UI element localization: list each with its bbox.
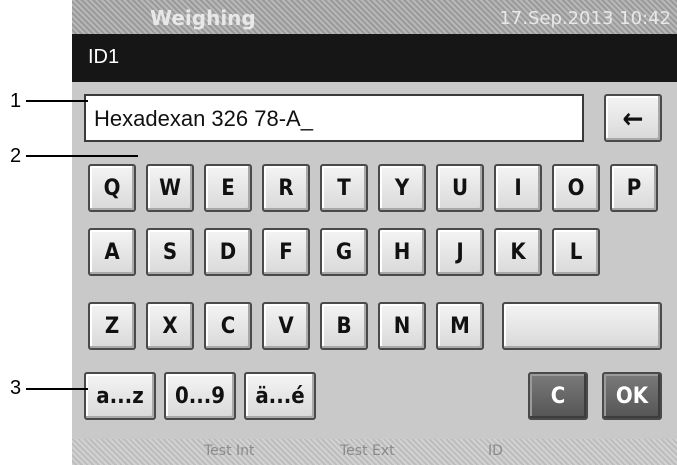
key-v[interactable]: V bbox=[262, 302, 310, 350]
callout-3-line bbox=[26, 388, 88, 390]
key-m[interactable]: M bbox=[436, 302, 484, 350]
footer-item-test-int[interactable]: Test Int bbox=[204, 443, 255, 459]
key-i[interactable]: I bbox=[494, 164, 542, 212]
key-h[interactable]: H bbox=[378, 228, 426, 276]
callout-3: 3 bbox=[10, 377, 22, 399]
key-c[interactable]: C bbox=[204, 302, 252, 350]
key-a[interactable]: A bbox=[88, 228, 136, 276]
key-t[interactable]: T bbox=[320, 164, 368, 212]
callout-1-line bbox=[26, 100, 88, 102]
status-title: Weighing bbox=[150, 6, 256, 30]
text-input-field[interactable]: Hexadexan 326 78-A_ bbox=[84, 94, 584, 142]
footer-item-test-ext[interactable]: Test Ext bbox=[340, 443, 395, 459]
special-chars-mode-button[interactable]: ä...é bbox=[244, 372, 316, 420]
key-e[interactable]: E bbox=[204, 164, 252, 212]
key-y[interactable]: Y bbox=[378, 164, 426, 212]
key-q[interactable]: Q bbox=[88, 164, 136, 212]
key-s[interactable]: S bbox=[146, 228, 194, 276]
dialog-header: ID1 bbox=[72, 34, 677, 82]
key-z[interactable]: Z bbox=[88, 302, 136, 350]
key-b[interactable]: B bbox=[320, 302, 368, 350]
key-j[interactable]: J bbox=[436, 228, 484, 276]
key-r[interactable]: R bbox=[262, 164, 310, 212]
key-w[interactable]: W bbox=[146, 164, 194, 212]
callout-1: 1 bbox=[10, 90, 22, 112]
field-id-label: ID1 bbox=[88, 46, 120, 68]
ok-button[interactable]: OK bbox=[602, 372, 662, 420]
footer-bar: Test Int Test Ext ID bbox=[72, 439, 677, 465]
footer-item-id[interactable]: ID bbox=[488, 443, 503, 459]
key-o[interactable]: O bbox=[552, 164, 600, 212]
text-input-value: Hexadexan 326 78-A_ bbox=[94, 106, 313, 131]
key-d[interactable]: D bbox=[204, 228, 252, 276]
key-u[interactable]: U bbox=[436, 164, 484, 212]
key-k[interactable]: K bbox=[494, 228, 542, 276]
lowercase-mode-button[interactable]: a...z bbox=[84, 372, 156, 420]
key-n[interactable]: N bbox=[378, 302, 426, 350]
callout-2-line bbox=[26, 155, 138, 157]
key-g[interactable]: G bbox=[320, 228, 368, 276]
key-p[interactable]: P bbox=[610, 164, 658, 212]
clear-button[interactable]: C bbox=[528, 372, 588, 420]
backspace-arrow-icon: ← bbox=[622, 101, 644, 135]
key-x[interactable]: X bbox=[146, 302, 194, 350]
backspace-button[interactable]: ← bbox=[604, 94, 662, 142]
digits-mode-button[interactable]: 0...9 bbox=[164, 372, 236, 420]
key-l[interactable]: L bbox=[552, 228, 600, 276]
key-f[interactable]: F bbox=[262, 228, 310, 276]
space-key[interactable] bbox=[502, 302, 662, 350]
status-clock: 17.Sep.2013 10:42 bbox=[499, 8, 671, 29]
callout-2: 2 bbox=[10, 145, 22, 167]
status-bar: Weighing 17.Sep.2013 10:42 bbox=[72, 0, 677, 34]
